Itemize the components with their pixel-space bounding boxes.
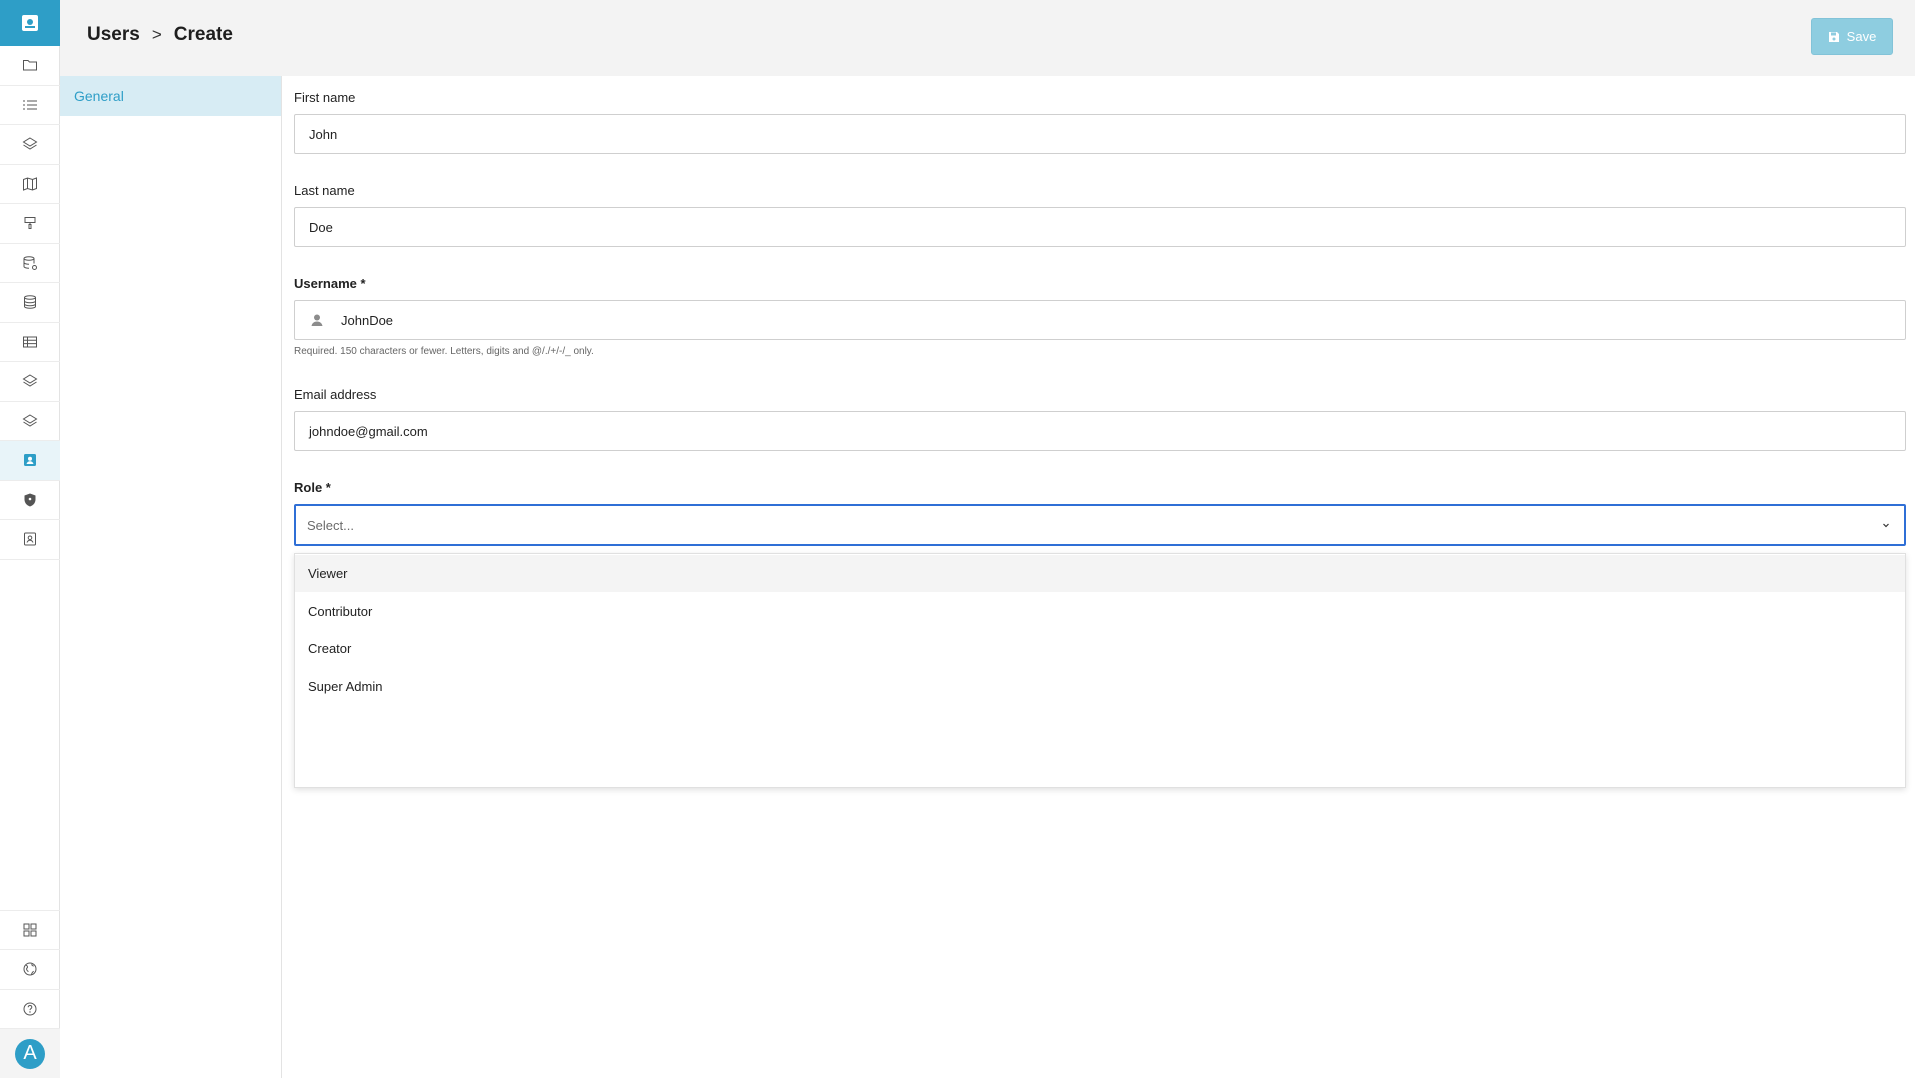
last-name-value: Doe <box>309 219 333 235</box>
database-icon <box>24 295 36 310</box>
paint-icon <box>24 217 36 230</box>
rail-item-layers[interactable] <box>0 125 60 165</box>
role-field: Role * Select... <box>294 480 1906 546</box>
role-placeholder: Select... <box>307 517 354 533</box>
role-label: Role * <box>294 480 331 495</box>
last-name-input[interactable]: Doe <box>294 207 1906 247</box>
first-name-value: John <box>309 126 338 142</box>
map-icon <box>23 177 37 191</box>
rail-item-list[interactable] <box>0 86 60 125</box>
page-header: Users > Create Save <box>60 0 1915 76</box>
rail-item-help[interactable] <box>0 988 60 1029</box>
rail-item-security[interactable] <box>0 481 60 520</box>
role-option-viewer[interactable]: Viewer <box>295 555 1905 592</box>
contact-icon <box>24 532 36 546</box>
username-help-text: Required. 150 characters or fewer. Lette… <box>294 346 594 357</box>
rail-item-contacts[interactable] <box>0 520 60 560</box>
breadcrumb-current: Create <box>173 24 233 45</box>
username-input[interactable]: JohnDoe <box>294 300 1906 340</box>
save-button[interactable]: Save <box>1811 18 1893 55</box>
user-card-icon <box>24 454 36 467</box>
rail-item-database[interactable] <box>0 283 60 323</box>
username-value: JohnDoe <box>341 312 394 328</box>
email-value: johndoe@gmail.com <box>309 423 428 439</box>
breadcrumb-separator: > <box>151 25 162 44</box>
rail-item-apps[interactable] <box>0 909 60 950</box>
save-label: Save <box>1846 29 1877 44</box>
section-nav: General <box>60 76 282 1078</box>
email-field: Email address johndoe@gmail.com <box>294 387 1906 451</box>
username-label: Username * <box>294 276 366 291</box>
role-select[interactable]: Select... <box>294 504 1906 546</box>
breadcrumb: Users > Create <box>87 24 233 46</box>
rail-item-database-settings[interactable] <box>0 244 60 283</box>
app-logo[interactable] <box>0 0 60 46</box>
first-name-label: First name <box>294 90 356 105</box>
chevron-down-icon <box>1883 523 1889 528</box>
role-option-super-admin[interactable]: Super Admin <box>295 668 1905 705</box>
shield-icon <box>24 493 36 507</box>
icon-rail: A <box>0 0 60 1078</box>
rail-item-map[interactable] <box>0 165 60 204</box>
email-label: Email address <box>294 387 377 402</box>
rail-bottom: A <box>0 909 60 1078</box>
email-input[interactable]: johndoe@gmail.com <box>294 411 1906 451</box>
folder-icon <box>23 60 37 71</box>
avatar-letter: A <box>15 1038 45 1069</box>
role-option-contributor[interactable]: Contributor <box>295 593 1905 630</box>
rail-item-table[interactable] <box>0 323 60 362</box>
rail-item-paint[interactable] <box>0 204 60 244</box>
first-name-input[interactable]: John <box>294 114 1906 154</box>
last-name-label: Last name <box>294 183 355 198</box>
rail-item-folder[interactable] <box>0 46 60 86</box>
breadcrumb-users[interactable]: Users <box>87 24 140 46</box>
globe-icon <box>23 962 37 976</box>
layers-icon <box>22 137 38 150</box>
rail-item-globe[interactable] <box>0 949 60 989</box>
list-icon <box>23 100 37 110</box>
username-field: Username * JohnDoe Required. 150 charact… <box>294 276 1906 357</box>
table-icon <box>23 336 37 348</box>
first-name-field: First name John <box>294 90 1906 154</box>
logo-icon <box>22 15 38 31</box>
save-icon <box>1828 31 1839 42</box>
rail-item-users[interactable] <box>0 441 60 481</box>
user-icon <box>311 314 323 326</box>
role-dropdown-menu: Viewer Contributor Creator Super Admin <box>294 553 1906 788</box>
layers-icon <box>22 414 38 427</box>
layers-icon <box>22 374 38 387</box>
help-icon <box>23 1002 37 1016</box>
user-avatar[interactable]: A <box>0 1028 60 1078</box>
rail-item-layers-2[interactable] <box>0 362 60 402</box>
role-option-creator[interactable]: Creator <box>295 630 1905 667</box>
section-item-general[interactable]: General <box>60 76 281 116</box>
rail-item-layers-3[interactable] <box>0 402 60 441</box>
database-settings-icon <box>23 255 37 270</box>
apps-icon <box>23 923 37 937</box>
last-name-field: Last name Doe <box>294 183 1906 247</box>
